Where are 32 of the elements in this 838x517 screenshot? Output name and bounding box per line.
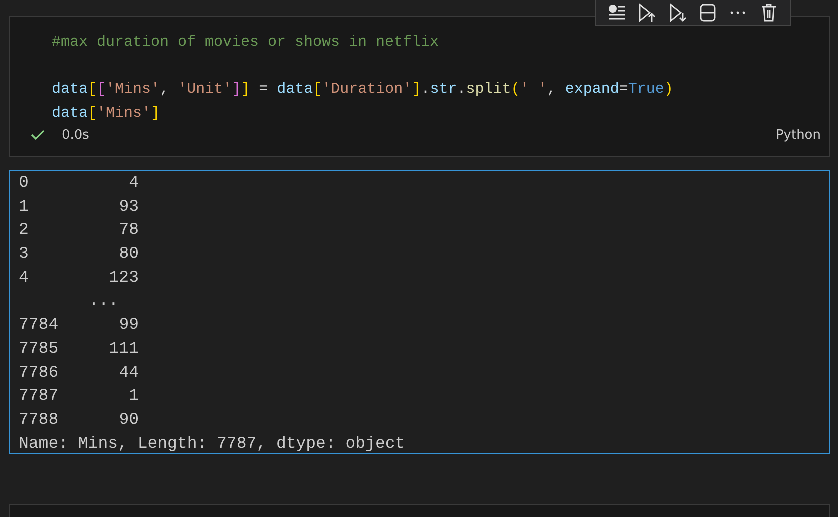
series-value: 111: [108, 338, 139, 360]
index-value: 2: [19, 219, 30, 242]
code-line: data['Mins']: [52, 104, 160, 124]
code-line: #max duration of movies or shows in netflix: [52, 33, 440, 53]
series-value: 123: [108, 266, 139, 289]
execution-time: 0.0s: [62, 128, 90, 143]
series-value: 99: [118, 314, 139, 336]
split-cell-icon[interactable]: [698, 2, 718, 22]
series-value: 44: [118, 362, 139, 384]
run-above-icon[interactable]: [637, 2, 658, 22]
series-value: 80: [118, 243, 139, 266]
index-value: 7786: [19, 362, 60, 384]
index-value: 3: [19, 243, 30, 266]
ellipsis-text: ...: [89, 290, 119, 312]
series-value: 78: [118, 219, 139, 242]
language-label[interactable]: Python: [776, 128, 821, 143]
code-cell[interactable]: #max duration of movies or shows in netflix data[['Mins', 'Unit']] = data['Duration'].str.split(' ', expand=True) data['Mins'] 0.0s Python: [9, 16, 830, 157]
index-value: 0: [19, 172, 30, 194]
run-below-icon[interactable]: [668, 2, 688, 22]
index-value: 7788: [19, 408, 60, 431]
index-value: 7787: [19, 385, 60, 408]
index-value: 7785: [19, 338, 60, 360]
index-value: 4: [19, 266, 30, 289]
series-value: 93: [118, 196, 139, 218]
series-value: 90: [118, 408, 139, 431]
series-summary: Name: Mins, Length: 7787, dtype: object: [19, 432, 406, 455]
index-value: 7784: [19, 314, 60, 336]
series-value: 1: [128, 385, 139, 408]
index-value: 1: [19, 196, 30, 218]
code-line: data[['Mins', 'Unit']] = data['Duration'].str.split(' ', expand=True): [52, 80, 674, 100]
execute-lines-icon[interactable]: [607, 2, 628, 22]
series-value: 4: [128, 172, 139, 194]
